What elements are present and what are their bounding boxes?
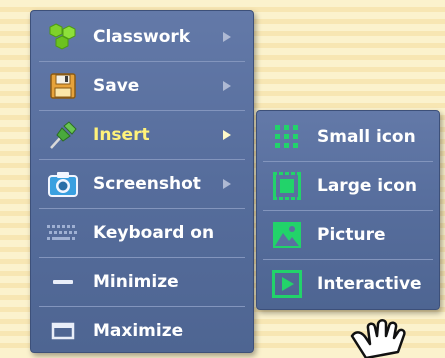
menu-item-label: Keyboard on	[93, 223, 215, 243]
menu-item-screenshot[interactable]: Screenshot	[39, 160, 245, 209]
minimize-icon	[43, 266, 83, 298]
submenu-arrow-icon	[223, 32, 231, 42]
save-floppy-icon	[43, 70, 83, 102]
context-menu: Classwork Save Insert Screenshot Keyboar…	[30, 10, 254, 353]
small-icon-grid-icon	[269, 121, 305, 153]
menu-item-label: Minimize	[93, 272, 179, 292]
menu-item-save[interactable]: Save	[39, 62, 245, 111]
picture-icon	[269, 219, 305, 251]
insert-submenu: Small icon Large icon Picture Interactiv…	[256, 110, 440, 310]
submenu-item-label: Picture	[317, 225, 386, 245]
menu-item-insert[interactable]: Insert	[39, 111, 245, 160]
pushpin-icon	[43, 119, 83, 151]
submenu-item-label: Small icon	[317, 127, 416, 147]
menu-item-label: Save	[93, 76, 140, 96]
menu-item-maximize[interactable]: Maximize	[39, 307, 245, 355]
keyboard-icon	[43, 217, 83, 249]
maximize-icon	[43, 315, 83, 347]
menu-item-keyboard-on[interactable]: Keyboard on	[39, 209, 245, 258]
submenu-item-picture[interactable]: Picture	[263, 211, 433, 260]
submenu-arrow-icon	[223, 81, 231, 91]
menu-item-minimize[interactable]: Minimize	[39, 258, 245, 307]
menu-item-label: Insert	[93, 125, 150, 145]
interactive-play-icon	[269, 268, 305, 300]
hand-cursor-icon	[350, 319, 406, 358]
submenu-item-label: Interactive	[317, 274, 422, 294]
submenu-item-large-icon[interactable]: Large icon	[263, 162, 433, 211]
menu-item-label: Screenshot	[93, 174, 201, 194]
submenu-arrow-icon	[223, 130, 231, 140]
submenu-item-interactive[interactable]: Interactive	[263, 260, 433, 308]
submenu-item-small-icon[interactable]: Small icon	[263, 113, 433, 162]
menu-item-classwork[interactable]: Classwork	[39, 13, 245, 62]
camera-icon	[43, 168, 83, 200]
submenu-arrow-icon	[223, 179, 231, 189]
classwork-icon	[43, 21, 83, 53]
menu-item-label: Maximize	[93, 321, 184, 341]
large-icon-frame-icon	[269, 170, 305, 202]
menu-item-label: Classwork	[93, 27, 191, 47]
submenu-item-label: Large icon	[317, 176, 417, 196]
